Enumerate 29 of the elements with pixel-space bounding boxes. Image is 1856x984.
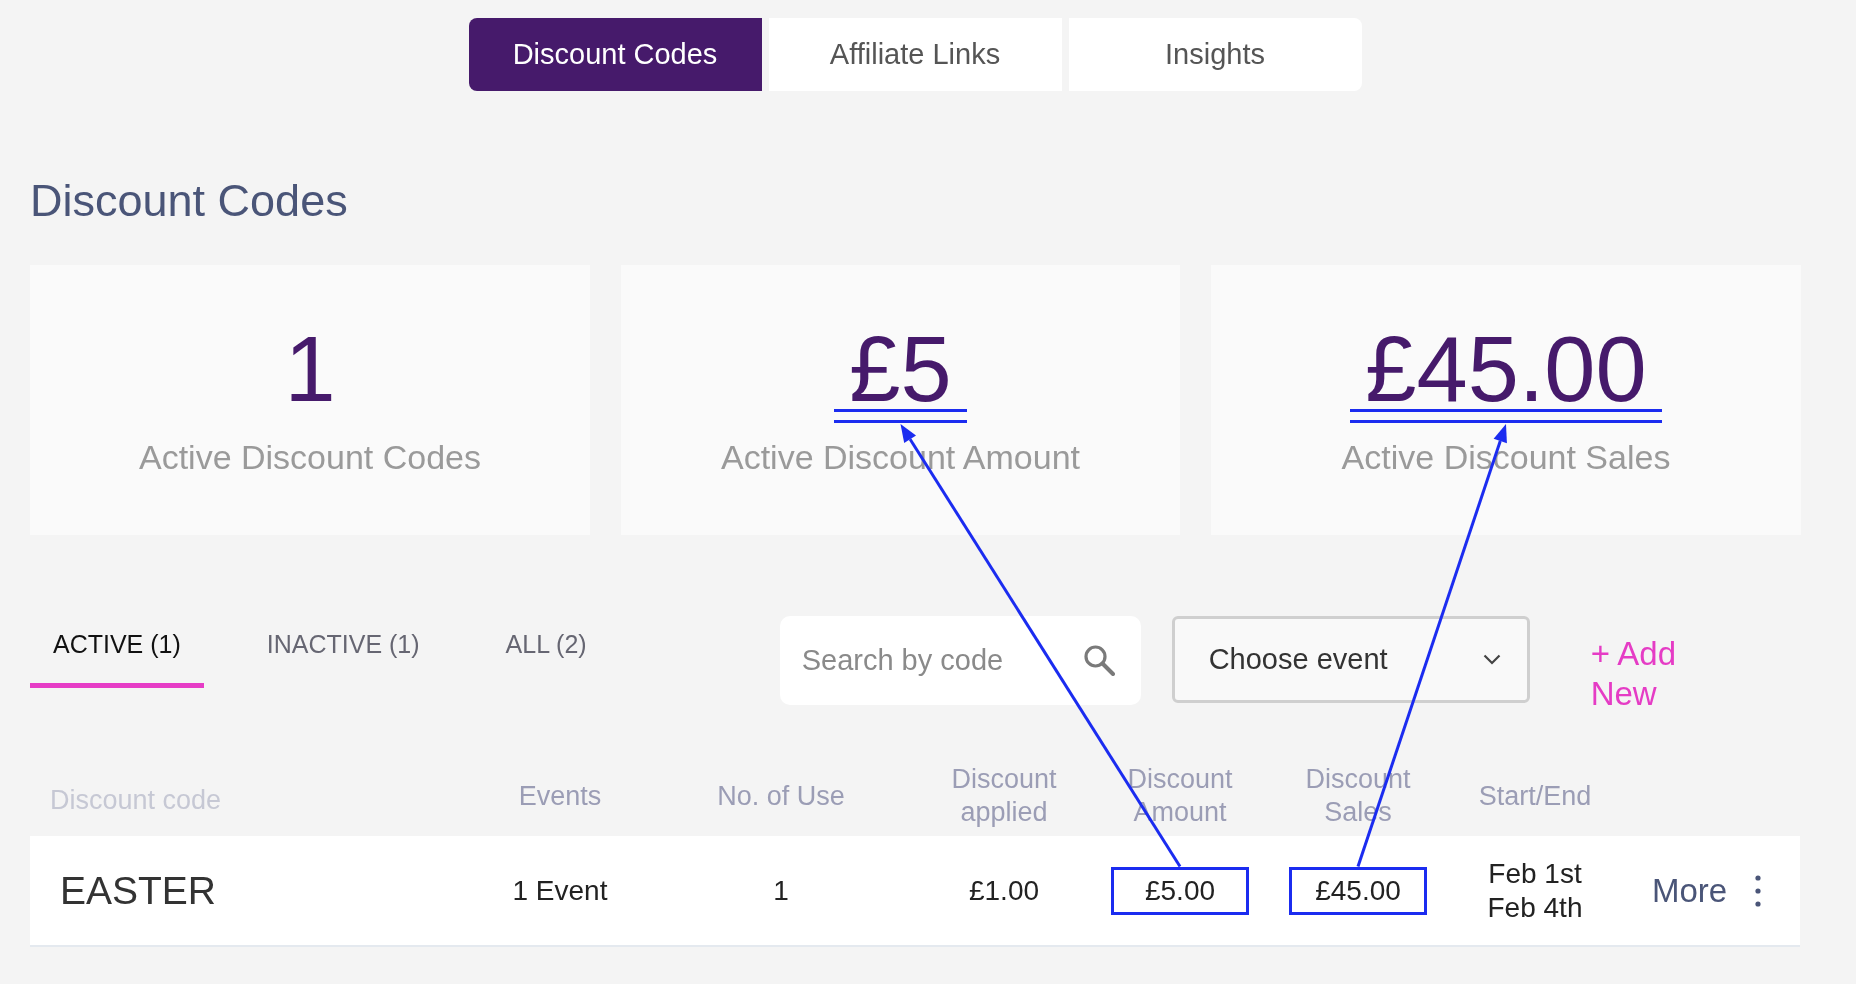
column-header: Discount applied [950,763,1058,829]
chevron-down-icon [1482,654,1501,665]
filter-tab[interactable]: INACTIVE (1) [243,616,443,688]
filter-tab[interactable]: ACTIVE (1) [30,616,204,688]
search-icon [1082,644,1115,676]
filter-tab[interactable]: ALL (2) [482,616,610,688]
search-field[interactable]: Search by code [779,616,1141,705]
discount-code: EASTER [60,868,217,913]
tab[interactable]: Insights [1068,18,1362,91]
stat-label: Active Discount Codes [138,437,481,477]
stat-value: 1 [284,329,336,409]
table-cell: 1 [773,873,789,908]
table-cell: £1.00 [968,873,1040,908]
column-header: Start/End [1478,779,1592,813]
tab[interactable]: Discount Codes [468,18,762,91]
tab[interactable]: Affiliate Links [768,18,1062,91]
event-dropdown[interactable]: Choose event [1171,616,1530,703]
more-button[interactable]: More [1652,871,1728,910]
column-header: Events [518,779,602,813]
stat-value: £5 [849,329,952,409]
table-cell: £45.00 [1315,873,1401,908]
table-cell: 1 Event [512,873,608,908]
stat-value: £45.00 [1365,329,1647,409]
table-cell: £5.00 [1144,873,1216,908]
page-heading: Discount Codes [30,175,348,227]
end-date: Feb 4th [1487,890,1583,925]
start-date: Feb 1st [1488,856,1582,891]
column-header: No. of Use [717,779,845,813]
kebab-menu-icon[interactable] [1755,874,1762,907]
